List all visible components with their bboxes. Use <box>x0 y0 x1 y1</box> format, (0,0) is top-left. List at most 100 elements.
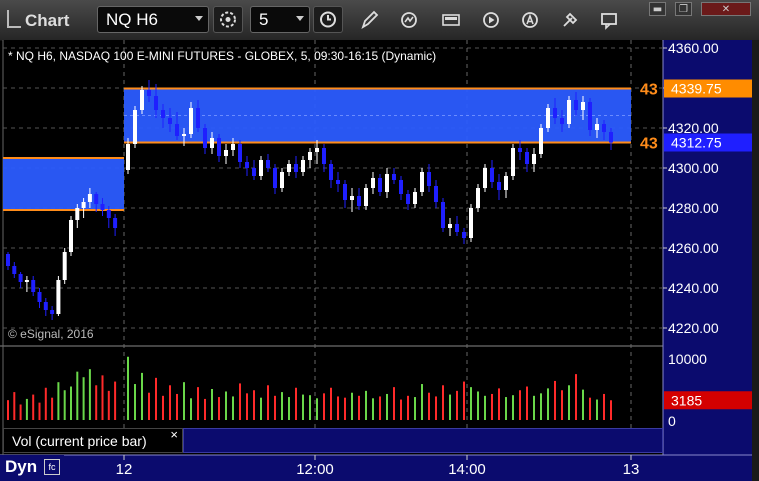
volume-bar <box>225 391 227 420</box>
bracket-marker: 43 <box>640 136 658 153</box>
volume-bar <box>610 400 612 420</box>
volume-bar <box>596 399 598 420</box>
volume-label-text: Vol (current price bar) <box>12 433 147 449</box>
candle-body <box>259 160 263 176</box>
pencil-icon[interactable] <box>357 7 381 33</box>
price-label-text: 4339.75 <box>671 81 722 97</box>
volume-bar <box>463 381 465 420</box>
candle-body <box>588 102 592 130</box>
candle-body <box>602 124 606 132</box>
play-icon[interactable] <box>479 7 503 33</box>
candle-body <box>24 280 29 282</box>
candle-body <box>511 148 515 176</box>
volume-bar <box>13 392 16 420</box>
candle-body <box>469 208 473 238</box>
candle-body <box>94 194 99 204</box>
volume-bar <box>274 395 276 420</box>
volume-bar <box>498 388 500 420</box>
volume-bar <box>267 385 269 420</box>
candle-body <box>581 102 585 110</box>
right-scroll-edge <box>752 40 759 481</box>
volume-bar <box>491 393 493 420</box>
candle-body <box>434 186 438 202</box>
candle-body <box>525 152 529 164</box>
candle-body <box>56 280 61 314</box>
volume-bar <box>456 390 458 420</box>
volume-bar <box>477 391 479 420</box>
candle-body <box>322 148 326 164</box>
price-tick-label: 4360.00 <box>668 40 719 56</box>
candle-body <box>37 292 42 302</box>
quote-icon[interactable] <box>439 7 463 33</box>
candle-body <box>455 224 459 232</box>
comment-icon[interactable] <box>597 7 621 33</box>
candle-body <box>504 176 508 190</box>
clock-button[interactable] <box>313 6 343 33</box>
candle-body <box>378 178 382 192</box>
candle-body <box>182 134 186 136</box>
price-tick-label: 4300.00 <box>668 160 719 176</box>
candle-body <box>273 168 277 188</box>
candle-body <box>189 108 193 134</box>
volume-bar <box>51 397 54 420</box>
volume-bar <box>337 396 339 420</box>
candle-body <box>287 164 291 172</box>
volume-bar <box>246 393 248 420</box>
volume-study-label[interactable]: Vol (current price bar) × <box>3 427 183 453</box>
candle-body <box>371 178 375 188</box>
volume-bar <box>148 392 150 420</box>
volume-bar <box>428 392 430 420</box>
time-tick-label: 14:00 <box>448 461 486 478</box>
volume-bar <box>540 393 542 420</box>
volume-bar <box>169 385 171 420</box>
candle-body <box>133 110 137 144</box>
volume-bar <box>95 385 98 420</box>
close-icon[interactable]: × <box>170 427 178 442</box>
volume-bar <box>561 390 563 420</box>
chevron-down-icon <box>296 16 304 21</box>
volume-bar <box>281 392 283 420</box>
volume-bar <box>260 397 262 420</box>
candle-body <box>560 118 564 124</box>
candle-body <box>113 218 118 228</box>
candle-body <box>532 154 536 164</box>
candle-body <box>567 100 571 124</box>
settings-icon[interactable]: fc <box>44 459 60 475</box>
volume-label-text: 3185 <box>671 392 702 408</box>
candle-body <box>441 202 445 228</box>
volume-bar <box>372 398 374 420</box>
symbol-combo[interactable]: NQ H6 <box>97 6 209 33</box>
volume-bar <box>232 396 234 420</box>
time-tick-label: 13 <box>623 461 640 478</box>
candle-body <box>217 138 221 156</box>
time-axis-background <box>0 455 759 481</box>
candle-body <box>427 172 431 186</box>
candle-body <box>147 90 151 96</box>
candle-body <box>413 192 417 204</box>
candle-body <box>336 180 340 184</box>
footer-mode[interactable]: Dyn fc <box>0 455 64 481</box>
candle-body <box>301 160 305 172</box>
volume-bar <box>603 393 605 420</box>
volume-bar <box>449 394 451 420</box>
price-tick-label: 4260.00 <box>668 240 719 256</box>
refresh-chart-icon[interactable] <box>397 7 421 33</box>
tools-icon[interactable] <box>558 7 582 33</box>
link-cycle-button[interactable] <box>213 6 243 33</box>
close-button[interactable]: ✕ <box>701 2 751 16</box>
candle-body <box>203 128 207 148</box>
interval-combo[interactable]: 5 <box>250 6 310 33</box>
chart-area[interactable]: 4360.004340.004320.004300.004280.004260.… <box>0 40 759 481</box>
volume-bar <box>379 396 381 420</box>
volume-bar <box>183 382 185 420</box>
volume-bar <box>533 395 535 420</box>
candle-body <box>154 96 158 110</box>
alert-icon[interactable] <box>518 7 542 33</box>
candle-body <box>476 188 480 208</box>
volume-bar <box>38 402 41 420</box>
volume-bar <box>484 395 486 420</box>
restore-button[interactable]: ❐ <box>675 2 692 16</box>
candle-body <box>329 164 333 180</box>
minimize-button[interactable]: ▬ <box>649 2 666 16</box>
volume-bar <box>44 387 47 420</box>
